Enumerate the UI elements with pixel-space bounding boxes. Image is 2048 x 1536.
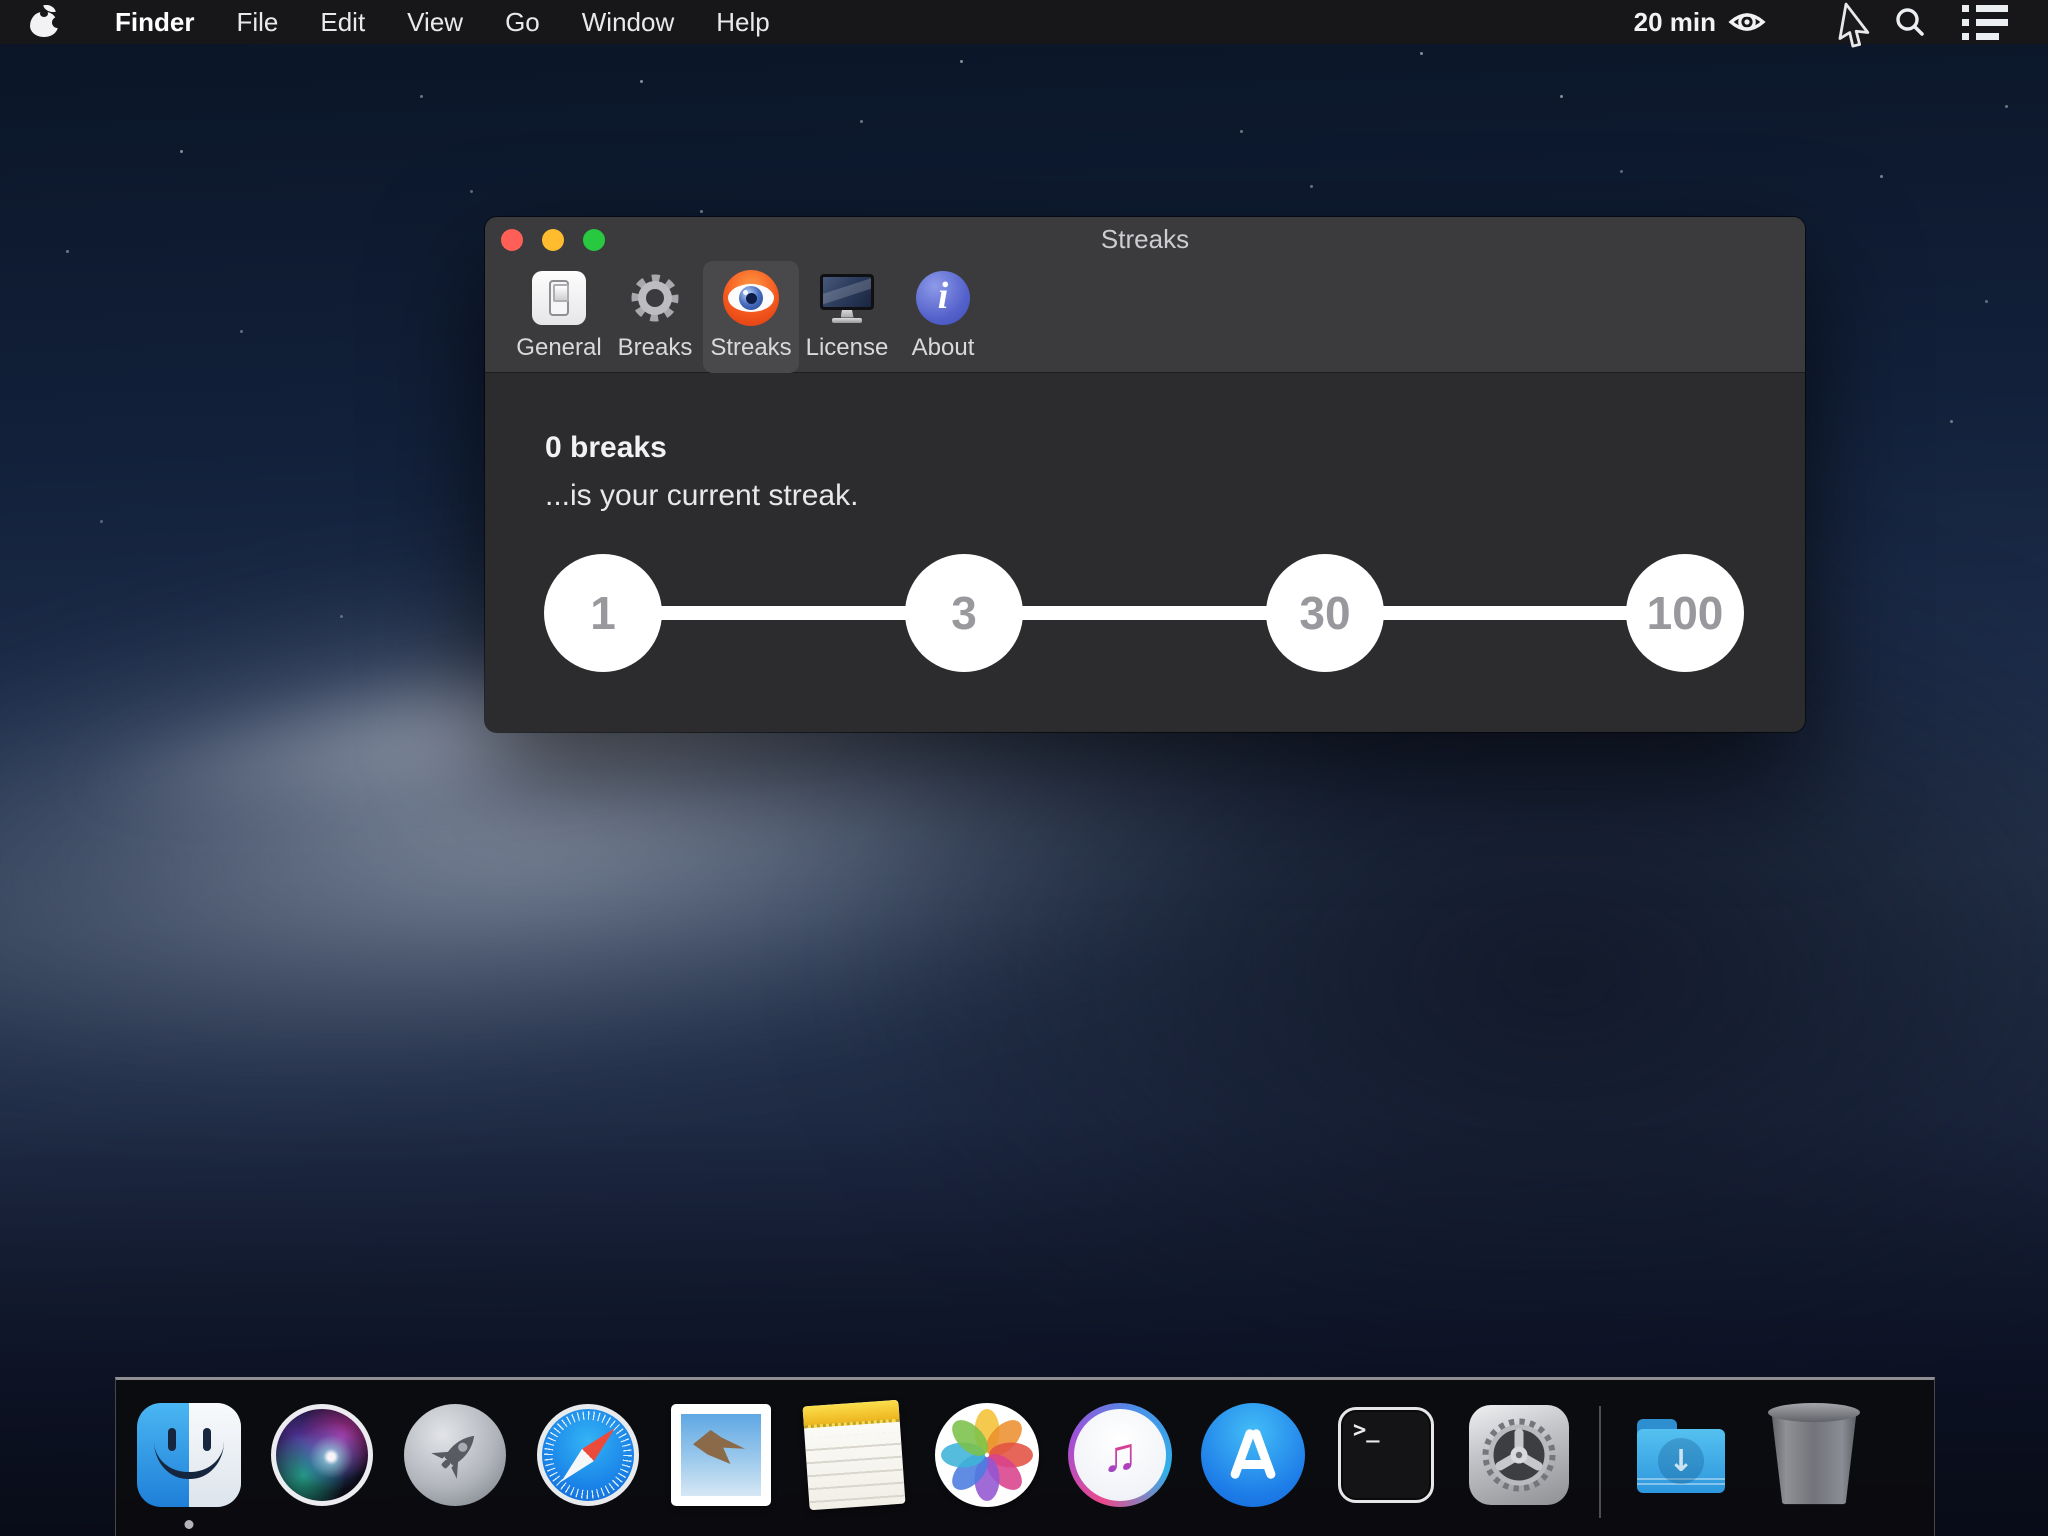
dock-item-terminal[interactable]: >_ bbox=[1333, 1402, 1439, 1508]
dock-item-system-preferences[interactable] bbox=[1466, 1402, 1572, 1508]
menu-bar-status-area: 20 min bbox=[1634, 5, 2022, 40]
tab-general[interactable]: General bbox=[511, 261, 607, 373]
photos-flower-icon bbox=[935, 1403, 1039, 1507]
streak-milestone-track: 1 3 30 100 bbox=[485, 373, 1805, 731]
itunes-music-icon: ♫ bbox=[1068, 1403, 1172, 1507]
safari-compass-icon bbox=[537, 1404, 639, 1506]
eye-timer-icon bbox=[1728, 7, 1766, 37]
menu-window[interactable]: Window bbox=[561, 0, 695, 44]
light-switch-icon bbox=[531, 270, 587, 326]
mouse-cursor bbox=[1828, 0, 1882, 57]
dock-item-trash[interactable] bbox=[1761, 1402, 1867, 1508]
spotlight-search-icon[interactable] bbox=[1894, 6, 1926, 38]
traffic-lights bbox=[501, 229, 605, 251]
menu-help[interactable]: Help bbox=[695, 0, 790, 44]
milestone-circle-3: 3 bbox=[905, 554, 1023, 672]
menu-go[interactable]: Go bbox=[484, 0, 561, 44]
milestone-circle-100: 100 bbox=[1626, 554, 1744, 672]
menu-view[interactable]: View bbox=[386, 0, 484, 44]
tab-breaks[interactable]: Breaks bbox=[607, 261, 703, 373]
break-timer-label: 20 min bbox=[1634, 7, 1716, 38]
trash-icon bbox=[1770, 1403, 1858, 1507]
tab-streaks[interactable]: Streaks bbox=[703, 261, 799, 373]
dock-item-safari[interactable] bbox=[535, 1402, 641, 1508]
menu-file[interactable]: File bbox=[215, 0, 299, 44]
dock-item-photos[interactable] bbox=[934, 1402, 1040, 1508]
menu-finder[interactable]: Finder bbox=[94, 0, 215, 44]
notification-center-icon[interactable] bbox=[1962, 5, 2008, 40]
tab-general-label: General bbox=[516, 334, 601, 362]
dock-item-notes[interactable] bbox=[801, 1402, 907, 1508]
dock: ♫ >_ bbox=[115, 1377, 1935, 1536]
tab-license-label: License bbox=[806, 334, 889, 362]
minimize-button[interactable] bbox=[542, 229, 564, 251]
preferences-toolbar: General Breaks bbox=[485, 261, 1805, 373]
dock-item-mail[interactable] bbox=[668, 1402, 774, 1508]
finder-running-indicator bbox=[185, 1520, 194, 1529]
window-chrome: Streaks General Breaks bbox=[485, 217, 1805, 373]
system-preferences-gear-icon bbox=[1469, 1405, 1569, 1505]
milestone-circle-1: 1 bbox=[544, 554, 662, 672]
zoom-button[interactable] bbox=[583, 229, 605, 251]
dock-item-siri[interactable] bbox=[269, 1402, 375, 1508]
finder-icon bbox=[137, 1403, 241, 1507]
dock-item-downloads[interactable]: ↓ bbox=[1628, 1402, 1734, 1508]
tab-license[interactable]: License bbox=[799, 261, 895, 373]
break-timer-menu-extra[interactable]: 20 min bbox=[1634, 7, 1766, 38]
dock-item-launchpad[interactable] bbox=[402, 1402, 508, 1508]
eye-app-icon bbox=[723, 270, 779, 326]
siri-icon bbox=[271, 1404, 373, 1506]
display-icon bbox=[819, 270, 875, 326]
launchpad-rocket-icon bbox=[404, 1404, 506, 1506]
menu-bar: Finder File Edit View Go Window Help 20 … bbox=[0, 0, 2048, 44]
menu-edit[interactable]: Edit bbox=[299, 0, 386, 44]
window-titlebar[interactable]: Streaks bbox=[485, 217, 1805, 261]
downloads-folder-icon: ↓ bbox=[1629, 1403, 1733, 1507]
streaks-preferences-window: Streaks General Breaks bbox=[485, 217, 1805, 732]
notes-notepad-icon bbox=[802, 1400, 905, 1510]
mail-stamp-icon bbox=[671, 1404, 771, 1506]
dock-item-finder[interactable] bbox=[136, 1402, 242, 1508]
dock-item-appstore[interactable] bbox=[1200, 1402, 1306, 1508]
tab-about[interactable]: i About bbox=[895, 261, 991, 373]
dock-divider bbox=[1599, 1406, 1601, 1518]
close-button[interactable] bbox=[501, 229, 523, 251]
terminal-icon: >_ bbox=[1338, 1407, 1434, 1503]
dock-item-itunes[interactable]: ♫ bbox=[1067, 1402, 1173, 1508]
apple-menu-icon[interactable] bbox=[30, 5, 58, 39]
info-icon: i bbox=[915, 270, 971, 326]
streaks-pane: 0 breaks ...is your current streak. 1 3 … bbox=[485, 373, 1805, 731]
app-store-icon bbox=[1201, 1403, 1305, 1507]
tab-about-label: About bbox=[912, 334, 975, 362]
tab-streaks-label: Streaks bbox=[710, 334, 791, 362]
gear-icon bbox=[627, 270, 683, 326]
tab-breaks-label: Breaks bbox=[618, 334, 693, 362]
milestone-line bbox=[603, 606, 1685, 620]
window-title: Streaks bbox=[1101, 224, 1189, 255]
milestone-circle-30: 30 bbox=[1266, 554, 1384, 672]
